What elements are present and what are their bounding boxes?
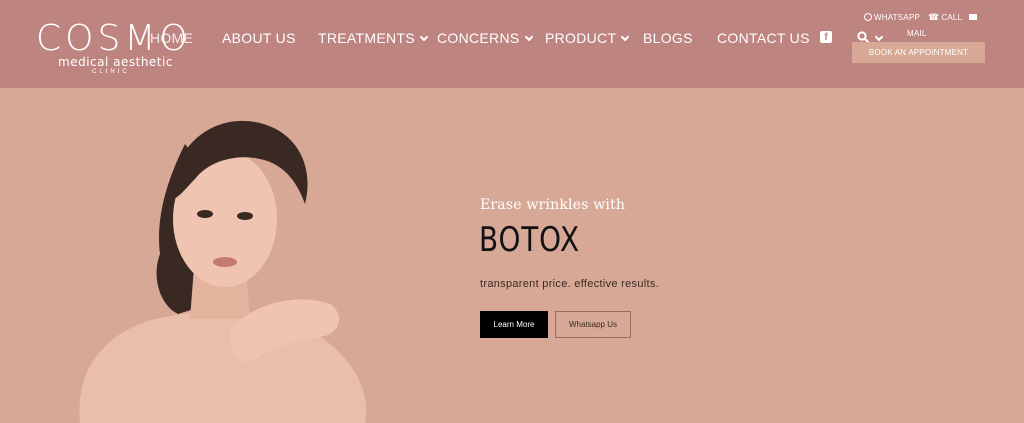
nav-item-label: CONTACT US: [717, 30, 810, 46]
hero-tagline: Erase wrinkles with: [480, 197, 626, 213]
nav-item-label: BLOGS: [643, 30, 693, 46]
mail-link-label: MAIL: [907, 29, 927, 38]
chevron-down-icon: [419, 32, 429, 42]
nav-item-label: PRODUCT: [545, 30, 617, 46]
logo-clinic: CLINIC: [92, 69, 130, 75]
nav-item-concerns[interactable]: CONCERNS: [437, 30, 533, 46]
nav-item-treatments[interactable]: TREATMENTS: [318, 30, 429, 46]
nav-item-about-us[interactable]: ABOUT US: [222, 30, 296, 46]
hero-description: transparent price. effective results.: [480, 278, 660, 290]
mail-icon: [969, 14, 978, 20]
nav-item-home[interactable]: HOME: [150, 30, 193, 46]
nav-item-contact-us[interactable]: CONTACT US: [717, 30, 810, 46]
whatsapp-link[interactable]: WHATSAPP: [864, 12, 920, 22]
chevron-down-icon[interactable]: [874, 32, 884, 42]
site-logo[interactable]: COSMO medical aesthetic CLINIC: [36, 20, 196, 80]
hero-model-photo: [79, 120, 367, 423]
book-appointment-button[interactable]: BOOK AN APPOINTMENT: [852, 42, 985, 63]
site-header: COSMO medical aesthetic CLINIC HOME ABOU…: [0, 0, 1024, 88]
nav-item-blogs[interactable]: BLOGS: [643, 30, 693, 46]
whatsapp-us-button[interactable]: Whatsapp Us: [555, 311, 631, 338]
nav-item-label: CONCERNS: [437, 30, 520, 46]
logo-tagline: medical aesthetic: [58, 55, 173, 69]
nav-item-product[interactable]: PRODUCT: [545, 30, 630, 46]
phone-icon: ☎: [928, 12, 940, 22]
whatsapp-link-label: WHATSAPP: [874, 13, 920, 22]
learn-more-button[interactable]: Learn More: [480, 311, 548, 338]
hero-title: BOTOX: [479, 220, 580, 260]
chevron-down-icon: [621, 32, 630, 42]
nav-item-label: ABOUT US: [222, 30, 296, 46]
chevron-down-icon: [524, 32, 533, 42]
facebook-icon[interactable]: f: [820, 31, 832, 43]
nav-item-label: TREATMENTS: [318, 30, 415, 46]
call-link-label: CALL: [941, 13, 963, 22]
call-link[interactable]: ☎ CALL: [928, 12, 978, 23]
whatsapp-icon: [864, 13, 872, 21]
mail-link[interactable]: MAIL: [907, 29, 926, 38]
